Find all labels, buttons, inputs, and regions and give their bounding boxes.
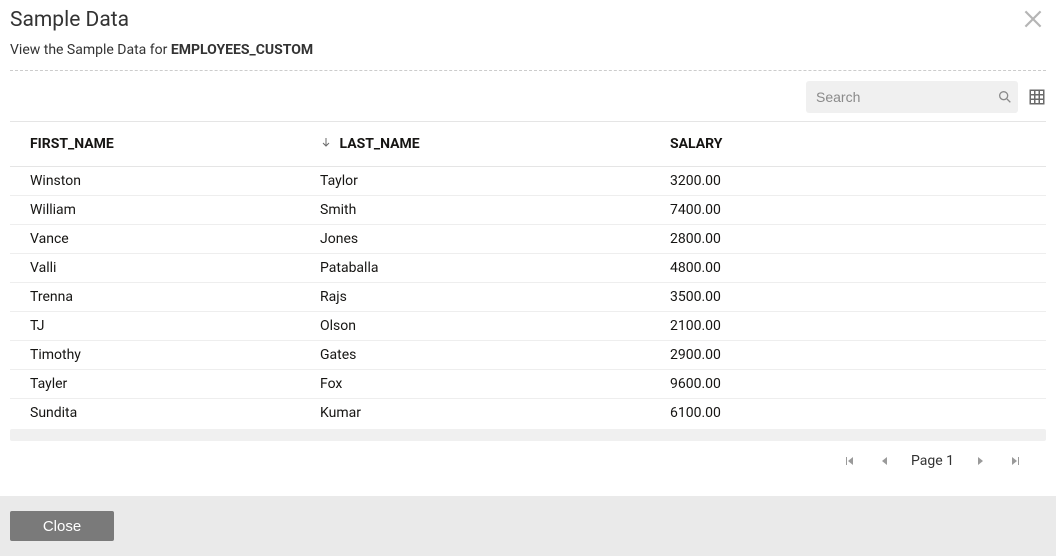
table-row[interactable]: TrennaRajs3500.00 bbox=[10, 283, 1046, 312]
pager-first-button[interactable] bbox=[839, 451, 859, 471]
table-row[interactable]: WinstonTaylor3200.00 bbox=[10, 167, 1046, 196]
cell-first-name: Trenna bbox=[30, 289, 320, 305]
cell-first-name: Winston bbox=[30, 173, 320, 189]
pager-next-button[interactable] bbox=[970, 451, 990, 471]
pager-prev-button[interactable] bbox=[875, 451, 895, 471]
close-icon[interactable] bbox=[1020, 6, 1046, 36]
cell-last-name: Olson bbox=[320, 318, 670, 334]
column-label: FIRST_NAME bbox=[30, 136, 114, 152]
table-row[interactable]: SunditaKumar6100.00 bbox=[10, 399, 1046, 427]
dialog-title: Sample Data bbox=[10, 8, 1046, 32]
cell-last-name: Fox bbox=[320, 376, 670, 392]
table-row[interactable]: VanceJones2800.00 bbox=[10, 225, 1046, 254]
cell-first-name: Tayler bbox=[30, 376, 320, 392]
dialog-header: Sample Data bbox=[0, 0, 1056, 32]
cell-salary: 9600.00 bbox=[670, 376, 1026, 392]
cell-salary: 2100.00 bbox=[670, 318, 1026, 334]
cell-last-name: Taylor bbox=[320, 173, 670, 189]
column-header-salary[interactable]: SALARY bbox=[670, 136, 1026, 152]
sort-desc-icon bbox=[320, 136, 335, 152]
toolbar bbox=[0, 81, 1056, 121]
table-row[interactable]: TJOlson2100.00 bbox=[10, 312, 1046, 341]
column-selector-icon[interactable] bbox=[1028, 88, 1046, 106]
column-label: SALARY bbox=[670, 136, 722, 152]
search-input[interactable] bbox=[816, 89, 997, 105]
dialog-subtitle: View the Sample Data for EMPLOYEES_CUSTO… bbox=[0, 32, 1056, 70]
pager: Page 1 bbox=[0, 441, 1056, 471]
pager-last-button[interactable] bbox=[1006, 451, 1026, 471]
cell-salary: 3500.00 bbox=[670, 289, 1026, 305]
search-field[interactable] bbox=[806, 81, 1018, 113]
subtitle-prefix: View the Sample Data for bbox=[10, 42, 171, 58]
table-row[interactable]: TimothyGates2900.00 bbox=[10, 341, 1046, 370]
cell-last-name: Jones bbox=[320, 231, 670, 247]
column-label: LAST_NAME bbox=[339, 136, 419, 152]
cell-salary: 7400.00 bbox=[670, 202, 1026, 218]
sample-data-dialog: Sample Data View the Sample Data for EMP… bbox=[0, 0, 1056, 556]
column-header-first-name[interactable]: FIRST_NAME bbox=[30, 136, 320, 152]
table-row[interactable]: TaylerFox9600.00 bbox=[10, 370, 1046, 399]
horizontal-scrollbar[interactable] bbox=[10, 429, 1046, 441]
cell-last-name: Pataballa bbox=[320, 260, 670, 276]
column-header-last-name[interactable]: LAST_NAME bbox=[320, 136, 670, 152]
cell-first-name: TJ bbox=[30, 318, 320, 334]
cell-last-name: Kumar bbox=[320, 405, 670, 421]
divider bbox=[10, 70, 1046, 71]
table-header: FIRST_NAME LAST_NAME SALARY bbox=[10, 121, 1046, 167]
cell-salary: 4800.00 bbox=[670, 260, 1026, 276]
pager-label: Page 1 bbox=[911, 453, 954, 469]
table-row[interactable]: WilliamSmith7400.00 bbox=[10, 196, 1046, 225]
cell-first-name: Vance bbox=[30, 231, 320, 247]
cell-last-name: Rajs bbox=[320, 289, 670, 305]
dialog-footer: Close bbox=[0, 496, 1056, 556]
cell-first-name: Valli bbox=[30, 260, 320, 276]
cell-last-name: Gates bbox=[320, 347, 670, 363]
close-button[interactable]: Close bbox=[10, 511, 114, 541]
search-icon[interactable] bbox=[997, 89, 1013, 105]
cell-last-name: Smith bbox=[320, 202, 670, 218]
data-grid: FIRST_NAME LAST_NAME SALARY WinstonTaylo… bbox=[10, 121, 1046, 427]
cell-salary: 3200.00 bbox=[670, 173, 1026, 189]
cell-first-name: Sundita bbox=[30, 405, 320, 421]
cell-salary: 2900.00 bbox=[670, 347, 1026, 363]
table-row[interactable]: ValliPataballa4800.00 bbox=[10, 254, 1046, 283]
cell-first-name: Timothy bbox=[30, 347, 320, 363]
cell-first-name: William bbox=[30, 202, 320, 218]
cell-salary: 2800.00 bbox=[670, 231, 1026, 247]
table-body[interactable]: WinstonTaylor3200.00WilliamSmith7400.00V… bbox=[10, 167, 1046, 427]
subtitle-table-name: EMPLOYEES_CUSTOM bbox=[171, 42, 313, 58]
cell-salary: 6100.00 bbox=[670, 405, 1026, 421]
